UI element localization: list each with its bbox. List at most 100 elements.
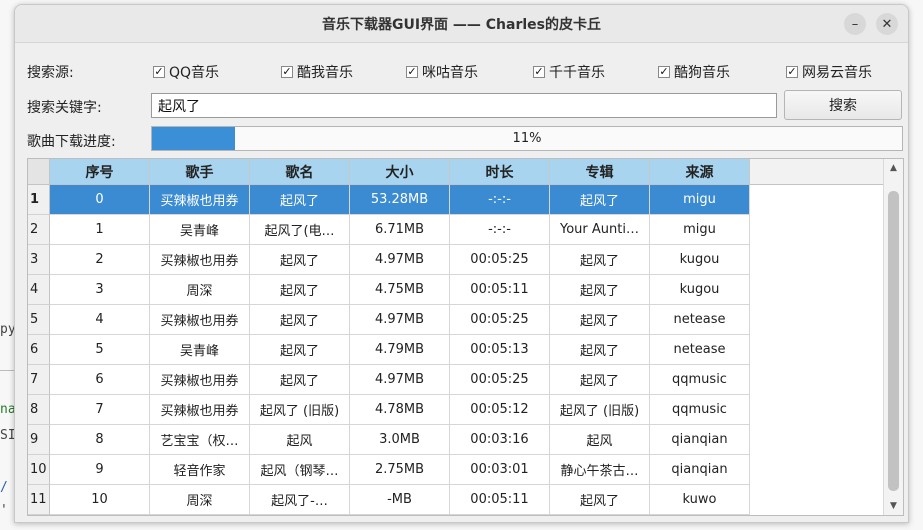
table-cell[interactable]: 4.79MB xyxy=(350,335,450,365)
table-cell[interactable]: 00:05:11 xyxy=(450,485,550,515)
table-cell[interactable]: netease xyxy=(650,335,750,365)
source-checkbox-kuwo[interactable]: ✓ 酷我音乐 xyxy=(281,62,353,82)
table-cell[interactable]: 起风（钢琴… xyxy=(250,455,350,485)
table-cell[interactable]: 起风了 xyxy=(250,245,350,275)
row-header[interactable]: 9 xyxy=(28,425,50,455)
table-cell[interactable]: 买辣椒也用券 xyxy=(150,365,250,395)
table-cell[interactable]: 00:05:12 xyxy=(450,395,550,425)
table-cell[interactable]: 3.0MB xyxy=(350,425,450,455)
scroll-down-icon[interactable]: ▼ xyxy=(884,499,903,513)
row-header[interactable]: 4 xyxy=(28,275,50,305)
row-header[interactable]: 5 xyxy=(28,305,50,335)
table-cell[interactable]: 53.28MB xyxy=(350,185,450,215)
column-header[interactable]: 歌手 xyxy=(150,159,250,185)
table-cell[interactable]: migu xyxy=(650,185,750,215)
table-cell[interactable]: 艺宝宝（权… xyxy=(150,425,250,455)
table-cell[interactable]: 00:05:25 xyxy=(450,365,550,395)
close-button[interactable]: ✕ xyxy=(876,13,898,35)
table-cell[interactable]: 买辣椒也用券 xyxy=(150,245,250,275)
table-cell[interactable]: 4.97MB xyxy=(350,365,450,395)
table-cell[interactable]: 00:05:11 xyxy=(450,275,550,305)
table-cell[interactable]: 起风了 xyxy=(250,365,350,395)
table-cell[interactable]: 轻音作家 xyxy=(150,455,250,485)
checkbox-check-icon[interactable]: ✓ xyxy=(658,66,670,78)
table-cell[interactable]: Your Aunti… xyxy=(550,215,650,245)
table-cell[interactable]: 周深 xyxy=(150,275,250,305)
checkbox-check-icon[interactable]: ✓ xyxy=(786,66,798,78)
table-cell[interactable]: 吴青峰 xyxy=(150,335,250,365)
table-cell[interactable]: -:-:- xyxy=(450,185,550,215)
table-cell[interactable]: 静心午茶古… xyxy=(550,455,650,485)
checkbox-check-icon[interactable]: ✓ xyxy=(533,66,545,78)
table-cell[interactable]: 0 xyxy=(50,185,150,215)
table-cell[interactable]: 起风了 (旧版) xyxy=(550,395,650,425)
table-cell[interactable]: 4.78MB xyxy=(350,395,450,425)
table-cell[interactable]: 起风了 xyxy=(250,335,350,365)
table-cell[interactable]: qqmusic xyxy=(650,365,750,395)
table-cell[interactable]: 6.71MB xyxy=(350,215,450,245)
row-header[interactable]: 10 xyxy=(28,455,50,485)
table-cell[interactable]: qianqian xyxy=(650,425,750,455)
source-checkbox-netease[interactable]: ✓ 网易云音乐 xyxy=(786,62,872,82)
table-cell[interactable]: 起风了-… xyxy=(250,485,350,515)
table-cell[interactable]: 10 xyxy=(50,485,150,515)
scroll-up-icon[interactable]: ▲ xyxy=(884,161,903,175)
source-checkbox-kugou[interactable]: ✓ 酷狗音乐 xyxy=(658,62,730,82)
column-header[interactable]: 来源 xyxy=(650,159,750,185)
table-cell[interactable]: 4.97MB xyxy=(350,305,450,335)
row-header[interactable]: 11 xyxy=(28,485,50,515)
table-cell[interactable]: 起风 xyxy=(250,425,350,455)
table-cell[interactable]: 起风了 xyxy=(550,245,650,275)
table-cell[interactable]: 起风了 xyxy=(250,185,350,215)
table-cell[interactable]: 9 xyxy=(50,455,150,485)
column-header[interactable]: 歌名 xyxy=(250,159,350,185)
source-checkbox-qianqian[interactable]: ✓ 千千音乐 xyxy=(533,62,605,82)
row-header[interactable]: 3 xyxy=(28,245,50,275)
column-header[interactable]: 专辑 xyxy=(550,159,650,185)
table-cell[interactable]: -MB xyxy=(350,485,450,515)
table-cell[interactable]: 3 xyxy=(50,275,150,305)
table-cell[interactable]: kugou xyxy=(650,245,750,275)
table-cell[interactable]: 7 xyxy=(50,395,150,425)
table-cell[interactable]: 2.75MB xyxy=(350,455,450,485)
table-cell[interactable]: 起风了 xyxy=(550,185,650,215)
table-cell[interactable]: 买辣椒也用券 xyxy=(150,185,250,215)
source-checkbox-qq[interactable]: ✓ QQ音乐 xyxy=(153,62,219,82)
source-checkbox-migu[interactable]: ✓ 咪咕音乐 xyxy=(406,62,478,82)
table-cell[interactable]: 起风了 xyxy=(250,305,350,335)
table-cell[interactable]: 4 xyxy=(50,305,150,335)
table-cell[interactable]: 买辣椒也用券 xyxy=(150,395,250,425)
table-cell[interactable]: 起风了(电… xyxy=(250,215,350,245)
row-header[interactable]: 1 xyxy=(28,185,50,215)
table-cell[interactable]: kugou xyxy=(650,275,750,305)
row-header[interactable]: 8 xyxy=(28,395,50,425)
table-cell[interactable]: 起风了 xyxy=(250,275,350,305)
table-cell[interactable]: 00:05:13 xyxy=(450,335,550,365)
table-cell[interactable]: 起风了 (旧版) xyxy=(250,395,350,425)
column-header[interactable]: 时长 xyxy=(450,159,550,185)
table-cell[interactable]: 00:03:16 xyxy=(450,425,550,455)
table-cell[interactable]: 起风了 xyxy=(550,305,650,335)
table-cell[interactable]: 00:05:25 xyxy=(450,305,550,335)
table-cell[interactable]: 00:05:25 xyxy=(450,245,550,275)
table-cell[interactable]: 6 xyxy=(50,365,150,395)
table-cell[interactable]: 1 xyxy=(50,215,150,245)
column-header[interactable]: 序号 xyxy=(50,159,150,185)
table-cell[interactable]: netease xyxy=(650,305,750,335)
table-cell[interactable]: 4.97MB xyxy=(350,245,450,275)
table-cell[interactable]: 2 xyxy=(50,245,150,275)
table-cell[interactable]: 8 xyxy=(50,425,150,455)
search-input[interactable] xyxy=(151,93,777,118)
table-cell[interactable]: 5 xyxy=(50,335,150,365)
table-cell[interactable]: 起风了 xyxy=(550,275,650,305)
table-cell[interactable]: -:-:- xyxy=(450,215,550,245)
row-header[interactable]: 6 xyxy=(28,335,50,365)
table-cell[interactable]: 买辣椒也用券 xyxy=(150,305,250,335)
table-cell[interactable]: qqmusic xyxy=(650,395,750,425)
vertical-scrollbar[interactable]: ▲ ▼ xyxy=(883,159,903,515)
table-cell[interactable]: 吴青峰 xyxy=(150,215,250,245)
table-cell[interactable]: migu xyxy=(650,215,750,245)
table-cell[interactable]: 起风 xyxy=(550,425,650,455)
scrollbar-thumb[interactable] xyxy=(888,191,899,491)
minimize-button[interactable]: – xyxy=(844,13,866,35)
